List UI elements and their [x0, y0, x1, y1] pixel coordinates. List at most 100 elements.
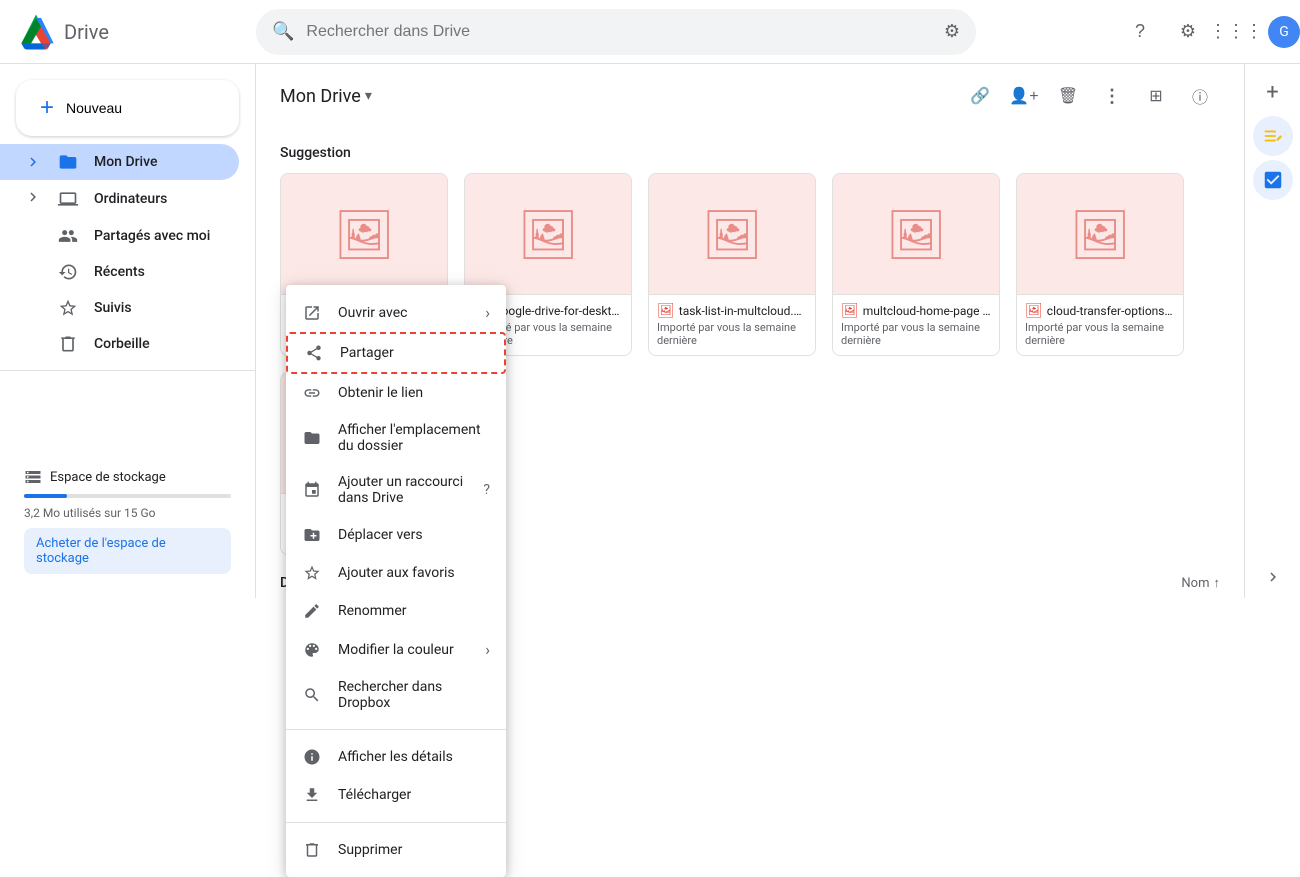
ouvrir-avec-arrow-icon: ›: [485, 303, 490, 322]
menu-label-obtenir-lien: Obtenir le lien: [338, 385, 490, 401]
delete-button[interactable]: 🗑: [1048, 76, 1088, 116]
storage-icon: [24, 468, 42, 486]
breadcrumb-title[interactable]: Mon Drive ▾: [280, 86, 372, 107]
storage-bar-fill: [24, 494, 67, 498]
avatar[interactable]: G: [1268, 16, 1300, 48]
ordinateurs-expand: [24, 188, 42, 210]
supprimer-icon: [302, 841, 322, 859]
raccourci-help-icon: ?: [483, 482, 490, 498]
context-menu[interactable]: Ouvrir avec › Partager Obtenir le lien A…: [286, 285, 506, 877]
menu-label-afficher-emplacement: Afficher l'emplacement du dossier: [338, 422, 490, 454]
info-button[interactable]: ⓘ: [1180, 76, 1220, 116]
favoris-icon: [302, 564, 322, 582]
grid-view-button[interactable]: ⊞: [1136, 76, 1176, 116]
add-people-button[interactable]: 👤+: [1004, 76, 1044, 116]
header-actions: ? ⚙ ⋮⋮⋮ G: [1120, 12, 1300, 52]
menu-item-telecharger[interactable]: Télécharger: [286, 776, 506, 814]
settings-button[interactable]: ⚙: [1168, 12, 1208, 52]
image-placeholder-icon-4: 🖼: [1070, 206, 1131, 263]
menu-item-supprimer[interactable]: Supprimer: [286, 831, 506, 869]
menu-label-partager: Partager: [340, 345, 488, 361]
file-card-4[interactable]: 🖼 🖼 cloud-transfer-options.png Importé p…: [1016, 173, 1184, 356]
menu-label-details: Afficher les détails: [338, 749, 490, 765]
partager-icon: [304, 344, 324, 362]
right-panel-notes-button[interactable]: [1253, 116, 1293, 156]
apps-button[interactable]: ⋮⋮⋮: [1216, 12, 1256, 52]
sidebar-item-ordinateurs[interactable]: Ordinateurs: [0, 180, 239, 218]
sort-icon: ↑: [1214, 575, 1221, 591]
file-thumbnail-4: 🖼: [1017, 174, 1183, 294]
menu-label-deplacer: Déplacer vers: [338, 527, 490, 543]
menu-label-supprimer: Supprimer: [338, 842, 490, 858]
file-type-icon-2: 🖼: [657, 303, 675, 319]
menu-label-telecharger: Télécharger: [338, 787, 490, 803]
menu-divider-1: [286, 729, 506, 730]
afficher-emplacement-icon: [302, 429, 322, 447]
menu-item-deplacer[interactable]: Déplacer vers: [286, 516, 506, 554]
file-card-2[interactable]: 🖼 🖼 task-list-in-multcloud.png Importé p…: [648, 173, 816, 356]
right-panel-add-button[interactable]: +: [1253, 72, 1293, 112]
menu-item-ouvrir-avec[interactable]: Ouvrir avec ›: [286, 293, 506, 332]
search-icon: 🔍: [272, 21, 294, 42]
search-bar[interactable]: 🔍 ⚙: [256, 9, 976, 55]
right-panel-tasks-button[interactable]: [1253, 160, 1293, 200]
sidebar-item-recents[interactable]: Récents: [0, 254, 239, 290]
menu-label-couleur: Modifier la couleur: [338, 642, 469, 658]
menu-item-obtenir-lien[interactable]: Obtenir le lien: [286, 374, 506, 412]
sort-button[interactable]: Nom ↑: [1181, 575, 1220, 591]
mon-drive-icon: [58, 152, 78, 172]
menu-item-couleur[interactable]: Modifier la couleur ›: [286, 630, 506, 669]
share-breadcrumb-button[interactable]: 🔗: [960, 76, 1000, 116]
menu-item-raccourci[interactable]: Ajouter un raccourci dans Drive ?: [286, 464, 506, 516]
file-thumbnail-2: 🖼: [649, 174, 815, 294]
help-button[interactable]: ?: [1120, 12, 1160, 52]
storage-section: Espace de stockage 3,2 Mo utilisés sur 1…: [0, 452, 255, 590]
menu-item-afficher-emplacement[interactable]: Afficher l'emplacement du dossier: [286, 412, 506, 464]
menu-item-favoris[interactable]: Ajouter aux favoris: [286, 554, 506, 592]
file-name-3: multcloud-home-page (1).png: [863, 304, 991, 318]
file-thumbnail-0: 🖼: [281, 174, 447, 294]
image-placeholder-icon-1: 🖼: [518, 206, 579, 263]
file-card-3[interactable]: 🖼 🖼 multcloud-home-page (1).png Importé …: [832, 173, 1000, 356]
sidebar-item-corbeille[interactable]: Corbeille: [0, 326, 239, 362]
renommer-icon: [302, 602, 322, 620]
more-options-button[interactable]: ⋮: [1092, 76, 1132, 116]
sidebar-expand-icon: [24, 153, 42, 171]
breadcrumb-title-text: Mon Drive: [280, 86, 361, 107]
menu-divider-2: [286, 822, 506, 823]
sidebar-item-mon-drive[interactable]: Mon Drive: [0, 144, 239, 180]
file-info-3: 🖼 multcloud-home-page (1).png Importé pa…: [833, 294, 999, 355]
file-name-1: google-drive-for-desktop.png: [495, 304, 623, 318]
file-type-icon-4: 🖼: [1025, 303, 1043, 319]
sidebar-item-label-recents: Récents: [94, 264, 145, 280]
menu-item-details[interactable]: Afficher les détails: [286, 738, 506, 776]
sidebar-item-partages[interactable]: Partagés avec moi: [0, 218, 239, 254]
suggestion-label: Suggestion: [280, 145, 1220, 161]
couleur-icon: [302, 641, 322, 659]
suivis-icon: [58, 298, 78, 318]
file-meta-3: Importé par vous la semaine dernière: [841, 321, 991, 347]
new-button[interactable]: + Nouveau: [16, 80, 239, 136]
expand-arrow-icon: [1264, 568, 1282, 586]
sidebar-item-label-ordinateurs: Ordinateurs: [94, 191, 167, 207]
sidebar: + Nouveau Mon Drive Ordinateurs: [0, 64, 256, 598]
image-placeholder-icon-2: 🖼: [702, 206, 763, 263]
search-input[interactable]: [306, 23, 931, 41]
filter-icon[interactable]: ⚙: [944, 21, 960, 42]
menu-label-ouvrir-avec: Ouvrir avec: [338, 305, 469, 321]
menu-item-partager[interactable]: Partager: [286, 332, 506, 374]
partages-icon: [58, 226, 78, 246]
sidebar-item-suivis[interactable]: Suivis: [0, 290, 239, 326]
menu-item-rechercher[interactable]: Rechercher dans Dropbox: [286, 669, 506, 721]
new-icon: +: [40, 96, 54, 120]
storage-bar: [24, 494, 231, 498]
logo-area: Drive: [0, 12, 256, 52]
upgrade-link[interactable]: Acheter de l'espace de stockage: [24, 528, 231, 574]
obtenir-lien-icon: [302, 384, 322, 402]
sidebar-divider: [0, 370, 255, 371]
file-name-4: cloud-transfer-options.png: [1047, 304, 1175, 318]
breadcrumb-actions: 🔗 👤+ 🗑 ⋮ ⊞ ⓘ: [960, 76, 1220, 116]
file-meta-4: Importé par vous la semaine dernière: [1025, 321, 1175, 347]
right-panel-expand-button[interactable]: [1264, 568, 1282, 590]
sort-label-text: Nom: [1181, 576, 1209, 591]
